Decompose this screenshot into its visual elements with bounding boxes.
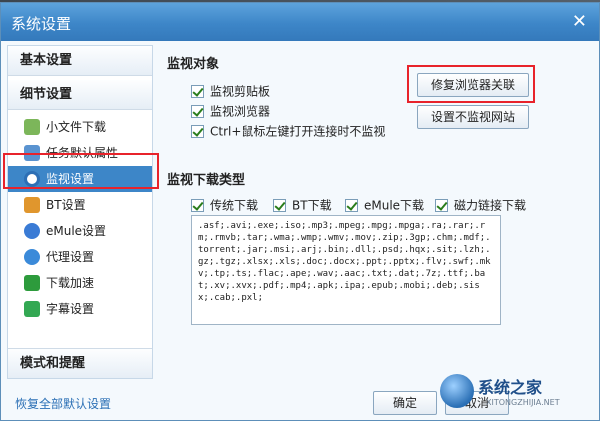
sidebar-section-detail[interactable]: 细节设置 — [8, 80, 152, 110]
watermark-logo-icon — [440, 374, 474, 408]
checkbox-icon — [273, 199, 286, 212]
magnet-download-checkbox[interactable]: 磁力链接下载 — [435, 197, 526, 213]
sidebar-item-label: 小文件下载 — [46, 120, 107, 134]
sidebar-item-bt[interactable]: BT设置 — [8, 192, 152, 218]
subtitle-icon — [24, 301, 40, 317]
window-title: 系统设置 — [11, 15, 72, 33]
checkbox-icon — [191, 85, 204, 98]
checkbox-icon — [345, 199, 358, 212]
download-accelerate-icon — [24, 275, 40, 291]
sidebar-item-label: 下载加速 — [46, 276, 95, 290]
sidebar-item-label: 字幕设置 — [46, 302, 95, 316]
sidebar-section-basic[interactable]: 基本设置 — [8, 46, 152, 76]
sidebar-item-label: 代理设置 — [46, 250, 95, 264]
checkbox-icon — [191, 105, 204, 118]
checkbox-icon — [435, 199, 448, 212]
watermark-brand: 系统之家 — [478, 378, 543, 397]
checkbox-label: eMule下载 — [364, 198, 425, 213]
ctrl-click-checkbox[interactable]: Ctrl+鼠标左键打开连接时不监视 — [191, 123, 385, 139]
no-monitor-sites-button[interactable]: 设置不监视网站 — [417, 105, 529, 129]
checkbox-label: 磁力链接下载 — [454, 198, 527, 213]
sidebar: 基本设置 细节设置 小文件下载 任务默认属性 监视设置 BT设置 eMule设置… — [7, 45, 153, 379]
traditional-download-checkbox[interactable]: 传统下载 — [191, 197, 258, 213]
highlight-monitor-item — [3, 153, 159, 189]
sidebar-section-mode[interactable]: 模式和提醒 — [8, 348, 152, 378]
checkbox-label: Ctrl+鼠标左键打开连接时不监视 — [210, 124, 386, 139]
ok-button[interactable]: 确定 — [373, 391, 437, 415]
emule-download-checkbox[interactable]: eMule下载 — [345, 197, 424, 213]
watermark: 系统之家 XITONGZHIJIA.NET — [430, 372, 600, 421]
sidebar-item-label: BT设置 — [46, 198, 86, 212]
sidebar-item-accelerate[interactable]: 下载加速 — [8, 270, 152, 296]
emule-icon — [24, 223, 40, 239]
monitor-targets-title: 监视对象 — [167, 57, 220, 72]
highlight-repair-button — [407, 65, 535, 103]
checkbox-label: 监视浏览器 — [210, 104, 271, 119]
reset-defaults-link[interactable]: 恢复全部默认设置 — [15, 395, 111, 412]
title-bar: 系统设置 ✕ — [1, 3, 599, 41]
checkbox-label: 传统下载 — [210, 198, 259, 213]
folder-download-icon — [24, 119, 40, 135]
monitor-browser-checkbox[interactable]: 监视浏览器 — [191, 103, 270, 119]
monitor-clipboard-checkbox[interactable]: 监视剪贴板 — [191, 83, 270, 99]
checkbox-icon — [191, 125, 204, 138]
watermark-site: XITONGZHIJIA.NET — [486, 398, 560, 407]
sidebar-item-emule[interactable]: eMule设置 — [8, 218, 152, 244]
checkbox-icon — [191, 199, 204, 212]
window-content: 基本设置 细节设置 小文件下载 任务默认属性 监视设置 BT设置 eMule设置… — [1, 41, 599, 420]
bt-icon — [24, 197, 40, 213]
sidebar-item-proxy[interactable]: 代理设置 — [8, 244, 152, 270]
sidebar-item-small-file-download[interactable]: 小文件下载 — [8, 114, 152, 140]
checkbox-label: BT下载 — [292, 198, 332, 213]
extensions-textarea[interactable]: .asf;.avi;.exe;.iso;.mp3;.mpeg;.mpg;.mpg… — [191, 215, 501, 325]
bt-download-checkbox[interactable]: BT下载 — [273, 197, 332, 213]
settings-window: 系统设置 ✕ 基本设置 细节设置 小文件下载 任务默认属性 监视设置 BT设置 … — [0, 2, 600, 421]
proxy-globe-icon — [24, 249, 40, 265]
checkbox-label: 监视剪贴板 — [210, 84, 271, 99]
sidebar-item-label: eMule设置 — [46, 224, 107, 238]
download-types-title: 监视下载类型 — [167, 173, 246, 188]
sidebar-list: 小文件下载 任务默认属性 监视设置 BT设置 eMule设置 代理设置 下载加速… — [8, 110, 152, 322]
sidebar-item-subtitle[interactable]: 字幕设置 — [8, 296, 152, 322]
close-icon[interactable]: ✕ — [572, 11, 587, 32]
